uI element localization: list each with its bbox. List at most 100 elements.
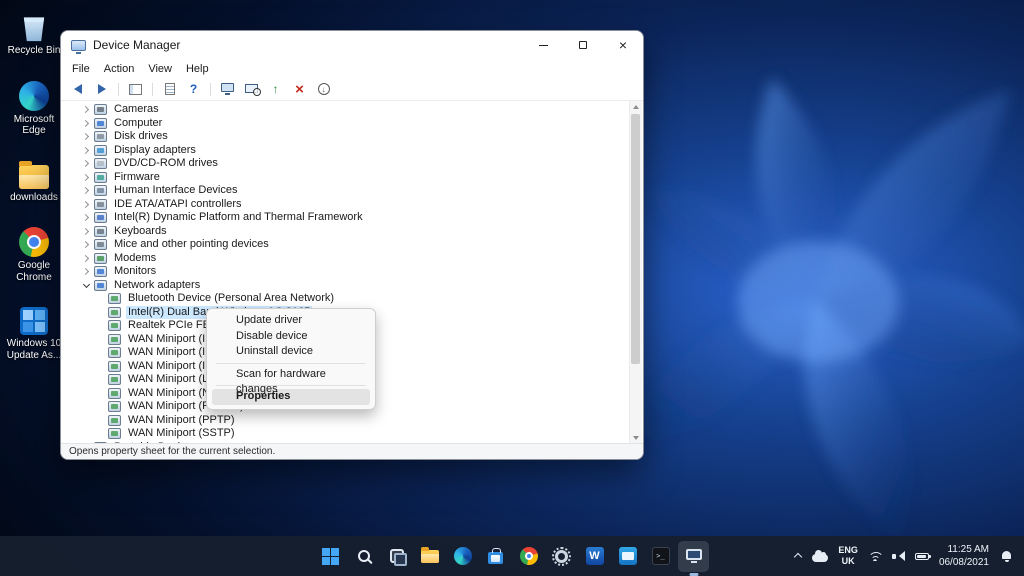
battery-icon[interactable] — [914, 552, 931, 560]
tree-item-bluetooth-device-personal-area-network[interactable]: Bluetooth Device (Personal Area Network) — [61, 292, 629, 306]
tree-item-firmware[interactable]: Firmware — [61, 171, 629, 185]
notifications-bell-icon[interactable] — [1001, 550, 1012, 562]
chevron-right-icon[interactable] — [81, 145, 92, 156]
desktop-icon-windows-update[interactable]: Windows 10 Update As... — [2, 307, 66, 361]
chevron-right-icon[interactable] — [81, 266, 92, 277]
menu-action[interactable]: Action — [97, 61, 142, 77]
scroll-up-icon[interactable] — [630, 101, 642, 113]
chevron-right-icon[interactable] — [81, 212, 92, 223]
desktop-icon-folder[interactable]: downloads — [2, 160, 66, 204]
chevron-right-icon[interactable] — [81, 104, 92, 115]
store-icon — [488, 547, 503, 564]
taskbar-explorer-button[interactable] — [414, 541, 445, 572]
context-menu-item-update-driver[interactable]: Update driver — [212, 313, 370, 329]
chevron-right-icon[interactable] — [81, 253, 92, 264]
desktop-icon-edge[interactable]: Microsoft Edge — [2, 80, 66, 137]
ide-icon — [94, 198, 107, 210]
tree-item-display-adapters[interactable]: Display adapters — [61, 144, 629, 158]
scrollbar[interactable] — [629, 101, 642, 443]
toolbar-forward-button[interactable] — [91, 80, 112, 99]
desktop-icon-chrome[interactable]: Google Chrome — [2, 227, 66, 283]
chevron-none — [95, 415, 106, 426]
cloud-icon[interactable] — [812, 550, 829, 562]
toolbar-scan-button[interactable] — [241, 80, 262, 99]
chevron-right-icon[interactable] — [81, 158, 92, 169]
language-indicator[interactable]: ENG UK — [838, 545, 858, 568]
tree-item-network-adapters[interactable]: Network adapters — [61, 279, 629, 293]
scrollbar-thumb[interactable] — [631, 114, 640, 364]
toolbar-uninstall-button[interactable] — [289, 80, 310, 99]
tree-item-disk-drives[interactable]: Disk drives — [61, 130, 629, 144]
minimize-button[interactable] — [523, 31, 563, 59]
display-icon — [94, 144, 107, 156]
back-icon — [73, 84, 82, 94]
context-menu-item-properties[interactable]: Properties — [212, 389, 370, 405]
tree-item-keyboards[interactable]: Keyboards — [61, 225, 629, 239]
context-menu-item-scan-for-hardware-changes[interactable]: Scan for hardware changes — [212, 367, 370, 396]
tree-item-dvd-cd-rom-drives[interactable]: DVD/CD-ROM drives — [61, 157, 629, 171]
tree-item-label: Network adapters — [114, 278, 201, 291]
taskbar-device-manager-button[interactable] — [678, 540, 709, 572]
chevron-down-icon[interactable] — [81, 280, 92, 291]
menu-file[interactable]: File — [65, 61, 97, 77]
taskbar-task-view-button[interactable] — [381, 541, 412, 572]
taskbar-word-button[interactable] — [579, 541, 610, 572]
chevron-right-icon[interactable] — [81, 239, 92, 250]
taskbar-search-button[interactable] — [348, 541, 379, 572]
tree-item-label: DVD/CD-ROM drives — [114, 157, 218, 170]
task-view-icon — [389, 549, 407, 566]
desktop-icon-recycle-bin[interactable]: Recycle Bin — [2, 12, 66, 57]
context-menu: Update driver Disable device Uninstall dev… — [206, 308, 376, 410]
taskbar-start-button[interactable] — [315, 541, 346, 572]
chevron-right-icon[interactable] — [81, 118, 92, 129]
tree-item-modems[interactable]: Modems — [61, 252, 629, 266]
taskbar-settings-button[interactable] — [546, 541, 577, 572]
network-icon — [94, 279, 107, 291]
tree-item-ide-ata-atapi-controllers[interactable]: IDE ATA/ATAPI controllers — [61, 198, 629, 212]
maximize-button[interactable] — [563, 31, 603, 59]
toolbar-properties-button[interactable] — [159, 80, 180, 99]
taskbar-mail-button[interactable] — [612, 541, 643, 572]
toolbar-update-driver-button[interactable] — [265, 80, 286, 99]
toolbar-disable-button[interactable] — [313, 80, 334, 99]
taskbar-store-button[interactable] — [480, 541, 511, 572]
tree-item-wan-miniport-sstp[interactable]: WAN Miniport (SSTP) — [61, 427, 629, 441]
chevron-right-icon[interactable] — [81, 199, 92, 210]
properties-icon — [164, 83, 175, 95]
word-icon — [585, 547, 604, 565]
tree-item-intel-r-dynamic-platform-and-thermal-framework[interactable]: Intel(R) Dynamic Platform and Thermal Fr… — [61, 211, 629, 225]
tree-item-human-interface-devices[interactable]: Human Interface Devices — [61, 184, 629, 198]
tree-item-mice-and-other-pointing-devices[interactable]: Mice and other pointing devices — [61, 238, 629, 252]
toolbar-console-tree-button[interactable] — [125, 80, 146, 99]
chevron-right-icon[interactable] — [81, 226, 92, 237]
toolbar-devmgr-button[interactable] — [217, 80, 238, 99]
taskbar-terminal-button[interactable] — [645, 541, 676, 572]
wifi-icon[interactable] — [867, 551, 882, 561]
taskbar-chrome-button[interactable] — [513, 541, 544, 572]
chevron-right-icon[interactable] — [81, 185, 92, 196]
computer-icon — [94, 117, 107, 129]
taskbar-edge-button[interactable] — [447, 541, 478, 572]
chevron-right-icon[interactable] — [81, 131, 92, 142]
tree-item-wan-miniport-pptp[interactable]: WAN Miniport (PPTP) — [61, 414, 629, 428]
volume-icon[interactable] — [891, 550, 905, 562]
tree-item-cameras[interactable]: Cameras — [61, 103, 629, 117]
title-bar[interactable]: Device Manager × — [61, 31, 643, 59]
tree-item-computer[interactable]: Computer — [61, 117, 629, 131]
tree-item-monitors[interactable]: Monitors — [61, 265, 629, 279]
toolbar-help-button[interactable] — [183, 80, 204, 99]
settings-icon — [552, 546, 571, 566]
toolbar — [61, 78, 643, 101]
chevron-right-icon[interactable] — [81, 172, 92, 183]
clock[interactable]: 11:25 AM 06/08/2021 — [939, 543, 989, 569]
start-icon — [322, 547, 339, 565]
toolbar-back-button[interactable] — [67, 80, 88, 99]
context-menu-item-disable-device[interactable]: Disable device — [212, 329, 370, 345]
menu-view[interactable]: View — [141, 61, 179, 77]
close-button[interactable]: × — [603, 31, 643, 59]
chevron-up-icon[interactable] — [794, 552, 802, 560]
desktop-icon-label: Google Chrome — [16, 260, 52, 283]
scroll-down-icon[interactable] — [630, 431, 642, 443]
context-menu-item-uninstall-device[interactable]: Uninstall device — [212, 344, 370, 360]
menu-help[interactable]: Help — [179, 61, 216, 77]
